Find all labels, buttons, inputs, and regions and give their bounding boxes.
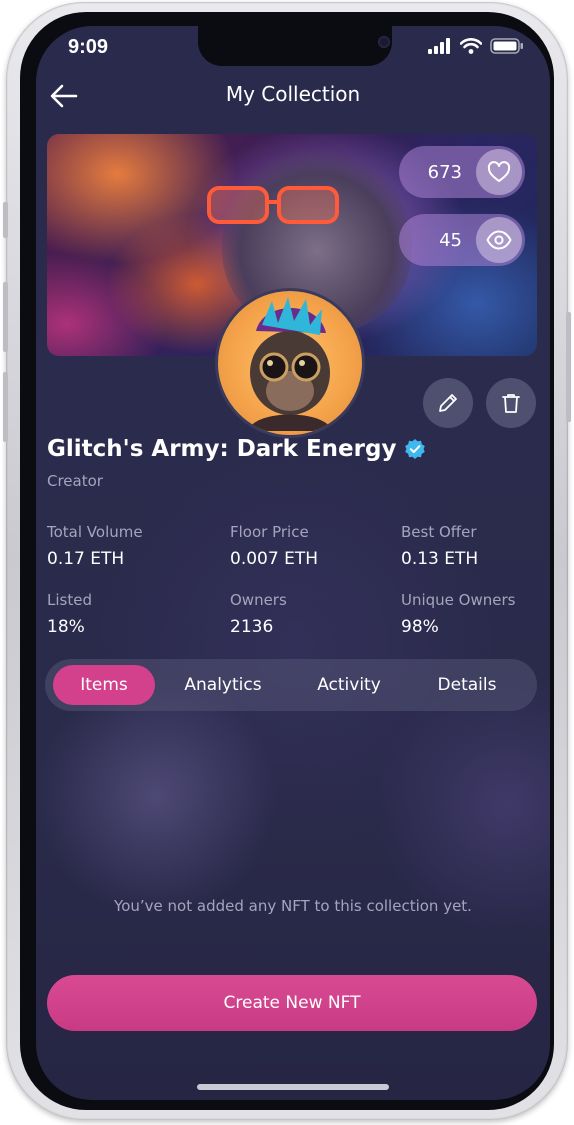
stat-unique-owners: Unique Owners 98% [401,591,515,637]
likes-count: 673 [427,161,462,183]
stat-value: 0.007 ETH [230,549,318,569]
notch [198,26,392,66]
collection-title-row: Glitch's Army: Dark Energy [47,436,426,462]
stat-label: Listed [47,591,92,609]
phone-frame: 9:09 My Collection 673 45 Glitch's Army:… [3,2,571,1120]
views-pill: 45 [399,214,525,266]
likes-pill[interactable]: 673 [399,146,525,198]
cellular-signal-icon [428,38,450,54]
silent-switch [3,202,8,238]
tab-items[interactable]: Items [53,665,155,705]
header: My Collection [36,76,550,116]
stat-value: 18% [47,617,85,637]
stat-floor-price: Floor Price 0.007 ETH [230,523,318,569]
power-button [566,312,571,422]
edit-button[interactable] [423,378,473,428]
heart-icon [487,161,511,182]
verified-badge-icon [405,439,426,459]
create-new-nft-button[interactable]: Create New NFT [47,975,537,1031]
stat-value: 98% [401,617,439,637]
front-camera-icon [378,36,390,48]
views-badge [476,217,522,263]
pencil-icon [439,394,457,412]
avatar-monkey-art [248,297,332,431]
stat-value: 2136 [230,617,274,637]
stat-label: Floor Price [230,523,309,541]
tab-analytics[interactable]: Analytics [167,665,279,705]
delete-button[interactable] [486,378,536,428]
stat-best-offer: Best Offer 0.13 ETH [401,523,478,569]
trash-icon [502,394,520,413]
page-title: My Collection [225,82,361,106]
volume-down-button [3,372,8,442]
phone-bezel: 9:09 My Collection 673 45 Glitch's Army:… [20,12,554,1110]
tab-activity[interactable]: Activity [299,665,399,705]
empty-state-message: You’ve not added any NFT to this collect… [114,897,472,915]
wifi-icon [460,38,482,54]
stat-label: Owners [230,591,287,609]
status-time: 9:09 [68,36,109,58]
stat-label: Unique Owners [401,591,516,609]
views-count: 45 [439,229,462,251]
stat-total-volume: Total Volume 0.17 ETH [47,523,143,569]
stat-value: 0.13 ETH [401,549,479,569]
collection-tabs: Items Analytics Activity Details [45,659,537,711]
stat-label: Best Offer [401,523,477,541]
app-screen: 9:09 My Collection 673 45 Glitch's Army:… [36,26,550,1100]
stat-owners: Owners 2136 [230,591,287,637]
battery-icon [490,38,523,54]
status-icons [428,38,524,54]
stat-label: Total Volume [47,523,143,541]
tab-details[interactable]: Details [417,665,517,705]
volume-up-button [3,282,8,352]
collection-name: Glitch's Army: Dark Energy [47,436,397,462]
creator-role: Creator [47,472,103,490]
collection-avatar [215,288,365,438]
home-indicator [197,1084,389,1090]
banner-glasses-art [207,186,339,224]
eye-icon [486,230,512,250]
like-button[interactable] [476,149,522,195]
stat-listed: Listed 18% [47,591,92,637]
stat-value: 0.17 ETH [47,549,125,569]
